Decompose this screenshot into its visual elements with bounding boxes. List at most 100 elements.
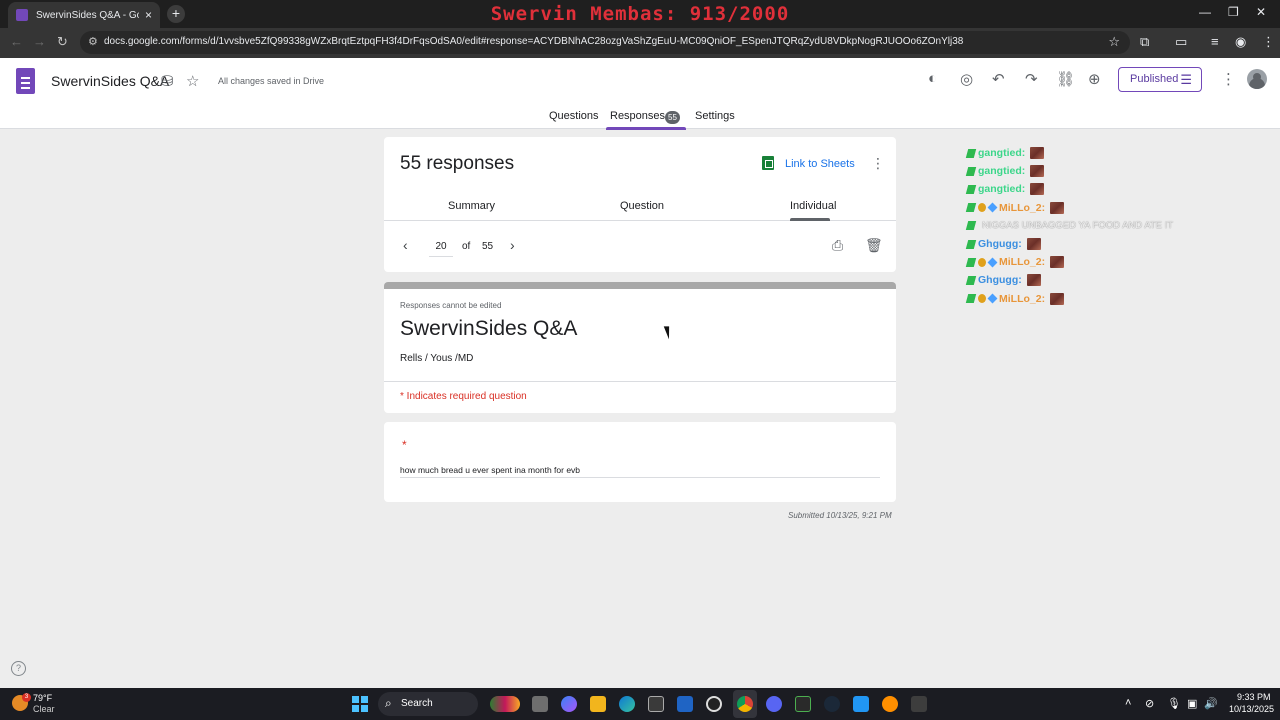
move-to-folder-icon[interactable]: ⛁ — [161, 72, 174, 90]
file-explorer-icon[interactable] — [590, 696, 606, 712]
chat-username: gangtied — [978, 147, 1022, 160]
url-text[interactable]: docs.google.com/forms/d/1vvsbve5ZfQ99338… — [104, 36, 963, 47]
tab-questions[interactable]: Questions — [549, 110, 599, 122]
orange-badge-icon — [978, 294, 986, 304]
tab-settings[interactable]: Settings — [695, 110, 735, 122]
green-badge-icon — [965, 257, 977, 267]
sheets-icon[interactable] — [762, 156, 774, 170]
back-arrow-icon[interactable]: ← — [10, 34, 23, 49]
profile-icon[interactable]: ◉ — [1235, 34, 1246, 50]
emote-icon — [1030, 183, 1045, 196]
stream-chat-overlay: gangtied: gangtied: gangtied: MiLLo_2: NIGGA… — [965, 144, 1267, 308]
emote-icon — [1050, 256, 1065, 269]
subtab-question[interactable]: Question — [620, 200, 664, 212]
form-title: SwervinSides Q&A — [400, 317, 578, 340]
chat-message: Ghgugg: — [965, 235, 1267, 253]
windows-start-icon[interactable] — [352, 696, 368, 712]
green-badge-icon — [965, 239, 977, 249]
weather-condition[interactable]: Clear — [33, 704, 55, 714]
media-controls-icon[interactable]: ≡ — [1211, 34, 1219, 49]
tray-display-icon[interactable]: ▣ — [1187, 697, 1197, 710]
star-icon[interactable]: ☆ — [186, 72, 199, 90]
chrome-menu-icon[interactable]: ⋮ — [1262, 34, 1275, 50]
subtab-active-indicator — [790, 218, 830, 221]
orange-badge-icon — [978, 203, 986, 213]
redo-icon[interactable]: ↷ — [1025, 70, 1038, 88]
forward-arrow-icon[interactable]: → — [33, 34, 46, 49]
xbox-icon[interactable] — [795, 696, 811, 712]
answer-underline — [400, 477, 880, 478]
tray-volume-icon[interactable]: 🔊 — [1204, 697, 1218, 710]
form-name[interactable]: SwervinSides Q&A — [51, 73, 169, 89]
published-button[interactable]: Published ☰ — [1118, 67, 1202, 92]
subtab-summary[interactable]: Summary — [448, 200, 495, 212]
undo-icon[interactable]: ↶ — [992, 70, 1005, 88]
outlook-icon[interactable] — [677, 696, 693, 712]
forms-page: SwervinSides Q&A ⛁ ☆ All changes saved i… — [0, 58, 1280, 688]
orange-badge-icon — [978, 257, 986, 267]
weather-temperature[interactable]: 79°F — [33, 693, 52, 703]
responses-count-badge: 55 — [665, 111, 680, 124]
chat-colon: : — [1041, 292, 1046, 305]
store-icon[interactable] — [648, 696, 664, 712]
emote-icon — [1030, 147, 1045, 160]
submitted-timestamp: Submitted 10/13/25, 9:21 PM — [788, 511, 892, 520]
responses-more-icon[interactable]: ⋮ — [871, 155, 885, 172]
copy-link-icon[interactable]: ⛓ — [1056, 70, 1075, 88]
minimize-button[interactable]: — — [1199, 5, 1211, 19]
copilot-icon[interactable] — [561, 696, 577, 712]
no-edit-note: Responses cannot be edited — [400, 301, 502, 310]
customize-theme-icon[interactable]: ◐ — [928, 70, 937, 87]
window-close-button[interactable]: ✕ — [1256, 5, 1266, 19]
blue-badge-icon — [987, 293, 998, 304]
app-launcher-icon[interactable] — [911, 696, 927, 712]
chrome-icon[interactable] — [737, 696, 753, 712]
bookmark-star-icon[interactable]: ☆ — [1108, 34, 1120, 50]
windows-taskbar: 3 79°F Clear ⌕ Search ˄ ⊘ 🎙 ▣ 🔊 9:33 PM … — [0, 688, 1280, 720]
chat-username: gangtied — [978, 183, 1022, 196]
site-info-icon[interactable]: ⚙ — [88, 35, 98, 48]
tray-overflow-chevron-icon[interactable]: ˄ — [1125, 697, 1131, 709]
address-bar[interactable]: ⚙ docs.google.com/forms/d/1vvsbve5ZfQ993… — [80, 31, 1130, 54]
google-forms-logo-icon[interactable] — [16, 68, 35, 94]
chat-message: gangtied: — [965, 162, 1267, 180]
extensions-icon[interactable]: ⧉ — [1140, 34, 1149, 50]
chat-colon: : — [1021, 147, 1026, 160]
widget-art-icon[interactable] — [490, 696, 520, 712]
messaging-app-icon[interactable] — [882, 696, 898, 712]
green-badge-icon — [965, 294, 977, 304]
link-to-sheets-button[interactable]: Link to Sheets — [785, 158, 855, 170]
preview-eye-icon[interactable]: ◎ — [960, 70, 973, 88]
task-view-icon[interactable] — [532, 696, 548, 712]
account-avatar[interactable] — [1247, 69, 1267, 89]
delete-trash-icon[interactable]: 🗑 — [865, 237, 883, 254]
chat-username: MiLLo_2 — [999, 201, 1042, 214]
discord-icon[interactable] — [766, 696, 782, 712]
print-icon[interactable]: ⎙ — [832, 237, 843, 254]
blue-badge-icon — [987, 202, 998, 213]
chat-text: NIGGAS UNBAGGED YA FOOD AND ATE IT — [982, 220, 1174, 232]
chat-colon: : — [1021, 165, 1026, 178]
subtab-individual[interactable]: Individual — [790, 200, 836, 212]
maximize-button[interactable]: ❐ — [1228, 5, 1239, 19]
reload-icon[interactable]: ↻ — [57, 34, 68, 50]
previous-response-icon[interactable]: ‹ — [403, 237, 408, 253]
tab-responses[interactable]: Responses — [610, 110, 665, 122]
steam-icon[interactable] — [824, 696, 840, 712]
clock-date[interactable]: 10/13/2025 — [1229, 704, 1274, 714]
notepad-icon[interactable] — [853, 696, 869, 712]
tray-network-icon[interactable]: ⊘ — [1145, 697, 1154, 710]
github-icon[interactable] — [706, 696, 722, 712]
help-icon[interactable]: ? — [11, 661, 26, 676]
tray-mic-icon[interactable]: 🎙 — [1167, 697, 1181, 710]
add-collaborators-icon[interactable]: ⊕ — [1088, 70, 1101, 88]
response-index-input[interactable]: 20 — [429, 237, 453, 257]
save-status: All changes saved in Drive — [218, 76, 325, 86]
edge-icon[interactable] — [619, 696, 635, 712]
cast-icon[interactable]: ▭ — [1175, 34, 1187, 50]
browser-tabstrip: SwervinSides Q&A - Google Fo × + Swervin… — [0, 0, 1280, 28]
taskbar-search[interactable]: ⌕ Search — [378, 692, 478, 716]
more-options-icon[interactable]: ⋮ — [1221, 70, 1236, 88]
next-response-icon[interactable]: › — [510, 237, 515, 253]
clock-time[interactable]: 9:33 PM — [1237, 692, 1271, 702]
